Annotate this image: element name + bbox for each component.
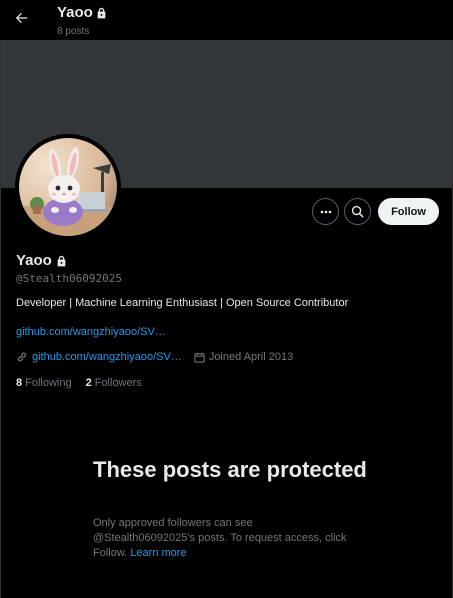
- more-options-button[interactable]: [312, 198, 339, 225]
- protected-message: Only approved followers can see @Stealth…: [93, 516, 353, 561]
- profile-page: Yaoo 8 posts Follow Yaoo @Stealth0609202…: [0, 0, 453, 598]
- header-title: Yaoo: [57, 4, 107, 21]
- following-count: 8: [16, 377, 23, 389]
- lock-icon: [57, 255, 66, 266]
- joined-text: Joined April 2013: [208, 351, 294, 363]
- following-count-link[interactable]: 8 Following: [16, 377, 72, 389]
- bio-link[interactable]: github.com/wangzhiyaoo/SV…: [16, 326, 166, 338]
- profile-header: Yaoo 8 posts: [0, 0, 453, 40]
- followers-count: 2: [85, 377, 92, 389]
- joined-date: Joined April 2013: [194, 351, 293, 363]
- search-profile-button[interactable]: [344, 198, 371, 225]
- back-button[interactable]: [10, 6, 34, 30]
- avatar-image: [15, 134, 121, 240]
- learn-more-link[interactable]: Learn more: [130, 547, 186, 559]
- post-count: 8 posts: [57, 26, 90, 37]
- followers-count-link[interactable]: 2 Followers: [86, 377, 142, 389]
- calendar-icon: [194, 352, 205, 363]
- protected-title: These posts are protected: [93, 457, 367, 482]
- profile-bio: Developer | Machine Learning Enthusiast …: [16, 297, 349, 309]
- lock-icon: [97, 7, 106, 18]
- profile-name-text: Yaoo: [16, 252, 52, 269]
- more-horizontal-icon: [320, 210, 331, 213]
- follow-button[interactable]: Follow: [378, 198, 439, 225]
- profile-handle: @Stealth06092025: [16, 272, 122, 285]
- search-icon: [351, 205, 364, 218]
- followers-label: Followers: [94, 377, 142, 389]
- link-icon: [17, 352, 27, 362]
- profile-meta: github.com/wangzhiyaoo/SV… Joined April …: [16, 351, 293, 363]
- following-label: Following: [25, 377, 72, 389]
- profile-name: Yaoo: [16, 252, 67, 269]
- arrow-left-icon: [15, 12, 28, 24]
- follow-stats: 8 Following 2 Followers: [16, 377, 142, 389]
- header-name: Yaoo: [57, 4, 93, 21]
- avatar[interactable]: [15, 134, 121, 240]
- website-link[interactable]: github.com/wangzhiyaoo/SV…: [32, 351, 182, 363]
